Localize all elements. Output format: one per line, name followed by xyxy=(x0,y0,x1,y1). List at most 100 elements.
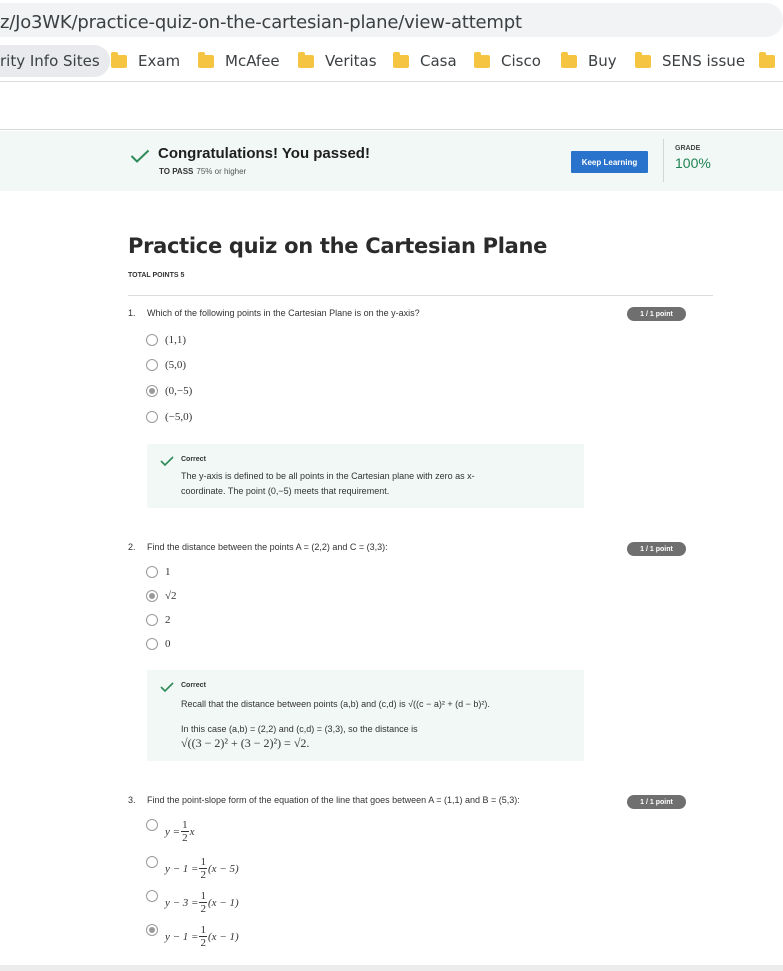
radio-button[interactable] xyxy=(146,819,158,831)
answer-option[interactable]: y = 12 x xyxy=(146,819,194,847)
fraction: 12 xyxy=(199,924,207,949)
folder-icon xyxy=(635,51,651,68)
equation-right: (x − 1) xyxy=(207,896,239,909)
bookmark-label: McAfee xyxy=(225,52,280,70)
option-label: (1,1) xyxy=(165,334,187,346)
feedback-text-line: √((3 − 2)² + (3 − 2)²) = √2. xyxy=(181,736,310,750)
answer-option[interactable]: y − 1 = 12 (x − 5) xyxy=(146,856,239,884)
fraction-denominator: 2 xyxy=(182,832,188,844)
points-badge: 1 / 1 point xyxy=(627,307,686,321)
bookmark-casa[interactable]: Casa xyxy=(393,45,457,77)
fraction-denominator: 2 xyxy=(200,869,206,881)
answer-option[interactable]: (1,1) xyxy=(146,333,186,347)
feedback-status: Correct xyxy=(181,456,206,463)
keep-learning-button[interactable]: Keep Learning xyxy=(571,151,648,173)
to-pass-label: TO PASS xyxy=(159,167,194,176)
grade-value: 100% xyxy=(675,155,711,171)
radio-button[interactable] xyxy=(146,334,158,346)
bookmark-label: Buy xyxy=(588,52,617,70)
check-icon xyxy=(130,149,150,163)
radio-button[interactable] xyxy=(146,856,158,868)
radio-button[interactable] xyxy=(146,411,158,423)
option-label: (−5,0) xyxy=(165,411,193,423)
folder-icon xyxy=(111,51,127,68)
total-points: TOTAL POINTS 5 xyxy=(128,272,185,279)
grade-label: GRADE xyxy=(675,145,701,152)
fraction-numerator: 1 xyxy=(199,890,207,903)
answer-option[interactable]: 1 xyxy=(146,565,171,579)
answer-option[interactable]: 0 xyxy=(146,637,171,651)
pass-message: Congratulations! You passed! xyxy=(158,145,370,162)
question-number: 1. xyxy=(128,308,136,318)
feedback-box: Correct The y-axis is defined to be all … xyxy=(147,444,584,508)
equation-right: (x − 5) xyxy=(207,862,239,875)
radio-button-selected[interactable] xyxy=(146,590,158,602)
bookmark-more-folder[interactable] xyxy=(759,45,783,77)
option-label: (0,−5) xyxy=(165,385,193,397)
option-label: (5,0) xyxy=(165,359,187,371)
option-label: y − 1 = 12 (x − 5) xyxy=(165,856,239,881)
feedback-text-line: The y-axis is defined to be all points i… xyxy=(181,471,475,481)
radio-button[interactable] xyxy=(146,359,158,371)
answer-option[interactable]: √2 xyxy=(146,589,177,603)
horizontal-scrollbar[interactable] xyxy=(0,965,783,971)
radio-button[interactable] xyxy=(146,614,158,626)
feedback-text-line: In this case (a,b) = (2,2) and (c,d) = (… xyxy=(181,724,418,734)
bookmark-label: Veritas xyxy=(325,52,377,70)
option-label: √2 xyxy=(165,590,177,602)
radio-button[interactable] xyxy=(146,638,158,650)
question-text: Which of the following points in the Car… xyxy=(147,308,420,318)
answer-option[interactable]: (−5,0) xyxy=(146,410,192,424)
bookmark-veritas[interactable]: Veritas xyxy=(298,45,377,77)
option-label: 2 xyxy=(165,614,171,626)
equation-left: y − 1 = xyxy=(165,862,199,875)
radio-button[interactable] xyxy=(146,890,158,902)
check-icon xyxy=(160,456,174,466)
bookmark-buy[interactable]: Buy xyxy=(561,45,617,77)
radio-button-selected[interactable] xyxy=(146,924,158,936)
option-label: 0 xyxy=(165,638,171,650)
radio-button[interactable] xyxy=(146,566,158,578)
equation-left: y − 1 = xyxy=(165,930,199,943)
feedback-status: Correct xyxy=(181,682,206,689)
divider xyxy=(663,139,664,182)
option-label: y − 1 = 12 (x − 1) xyxy=(165,924,239,949)
answer-option[interactable]: (0,−5) xyxy=(146,384,192,398)
answer-option[interactable]: (5,0) xyxy=(146,358,186,372)
equation-left: y − 3 = xyxy=(165,896,199,909)
url-text[interactable]: z/Jo3WK/practice-quiz-on-the-cartesian-p… xyxy=(0,12,522,33)
folder-icon xyxy=(474,51,490,68)
folder-icon xyxy=(198,51,214,68)
question-text: Find the point-slope form of the equatio… xyxy=(147,795,520,805)
question-number: 2. xyxy=(128,542,136,552)
divider xyxy=(128,295,713,296)
equation-right: x xyxy=(189,825,195,838)
browser-url-bar: z/Jo3WK/practice-quiz-on-the-cartesian-p… xyxy=(0,0,783,40)
folder-icon xyxy=(393,51,409,68)
question-text: Find the distance between the points A =… xyxy=(147,542,388,552)
feedback-text-line: Recall that the distance between points … xyxy=(181,699,490,709)
bookmark-mcafee[interactable]: McAfee xyxy=(198,45,280,77)
bookmark-label: rity Info Sites xyxy=(0,52,100,70)
bookmark-security-info-sites[interactable]: rity Info Sites xyxy=(0,45,110,77)
to-pass-info: TO PASS 75% or higher xyxy=(159,167,246,176)
fraction: 12 xyxy=(181,819,189,844)
feedback-text-line: coordinate. The point (0,−5) meets that … xyxy=(181,486,390,496)
check-icon xyxy=(160,682,174,692)
radio-button-selected[interactable] xyxy=(146,385,158,397)
bookmark-sens-issue[interactable]: SENS issue xyxy=(635,45,745,77)
page-title: Practice quiz on the Cartesian Plane xyxy=(128,234,548,258)
points-badge: 1 / 1 point xyxy=(627,795,686,809)
bookmark-cisco[interactable]: Cisco xyxy=(474,45,541,77)
bookmark-exam[interactable]: Exam xyxy=(111,45,180,77)
bookmark-label: SENS issue xyxy=(662,52,746,70)
answer-option[interactable]: y − 1 = 12 (x − 1) xyxy=(146,924,239,952)
to-pass-value: 75% or higher xyxy=(196,167,247,176)
fraction-numerator: 1 xyxy=(181,819,189,832)
fraction-denominator: 2 xyxy=(200,937,206,949)
address-field[interactable]: z/Jo3WK/practice-quiz-on-the-cartesian-p… xyxy=(0,3,783,37)
option-label: 1 xyxy=(165,566,171,578)
answer-option[interactable]: y − 3 = 12 (x − 1) xyxy=(146,890,239,918)
answer-option[interactable]: 2 xyxy=(146,613,171,627)
points-badge: 1 / 1 point xyxy=(627,542,686,556)
